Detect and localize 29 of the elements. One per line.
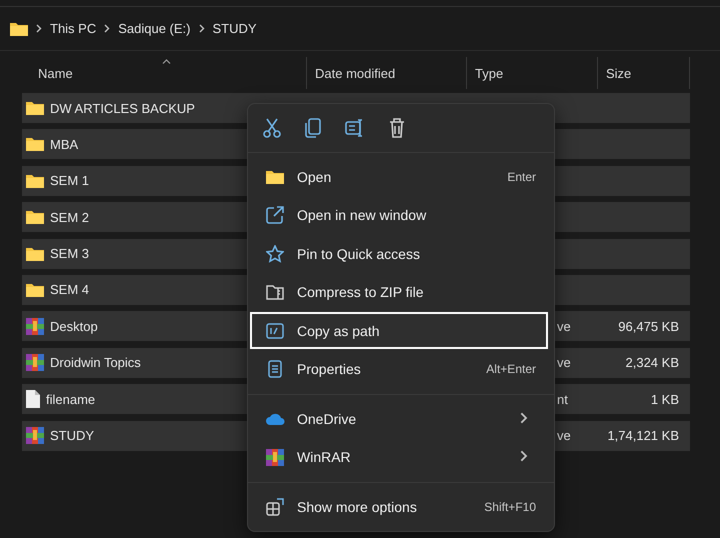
file-name: filename <box>46 392 96 407</box>
file-name: SEM 3 <box>50 246 90 262</box>
shortcut-text: Shift+F10 <box>484 500 536 514</box>
file-type: nt <box>557 392 568 407</box>
file-name: Desktop <box>50 318 98 334</box>
menu-label: Compress to ZIP file <box>297 284 425 300</box>
menu-label: Copy as path <box>297 322 380 338</box>
menu-label: Open in new window <box>297 207 428 223</box>
file-name: MBA <box>50 136 78 152</box>
file-type: ve <box>557 428 571 444</box>
file-name: Droidwin Topics <box>50 355 141 370</box>
file-size: 2,324 KB <box>626 355 679 370</box>
menu-label: Show more options <box>297 498 418 514</box>
file-type: ve <box>557 355 571 370</box>
file-size: 96,475 KB <box>618 318 679 334</box>
menu-label: Open <box>297 168 332 184</box>
menu-label: Properties <box>297 361 362 377</box>
file-name: SEM 1 <box>50 173 90 188</box>
menu-label: WinRAR <box>297 449 352 465</box>
file-name: STUDY <box>50 428 94 444</box>
file-size: 1 KB <box>650 392 679 407</box>
menu-label: Pin to Quick access <box>297 246 421 262</box>
file-name: SEM 2 <box>50 210 90 225</box>
shortcut-text: Alt+Enter <box>486 362 536 376</box>
file-name: DW ARTICLES BACKUP <box>50 100 195 116</box>
shortcut-text: Enter <box>507 170 536 184</box>
file-size: 1,74,121 KB <box>607 428 679 444</box>
file-name: SEM 4 <box>50 282 90 298</box>
file-type: ve <box>557 318 571 334</box>
